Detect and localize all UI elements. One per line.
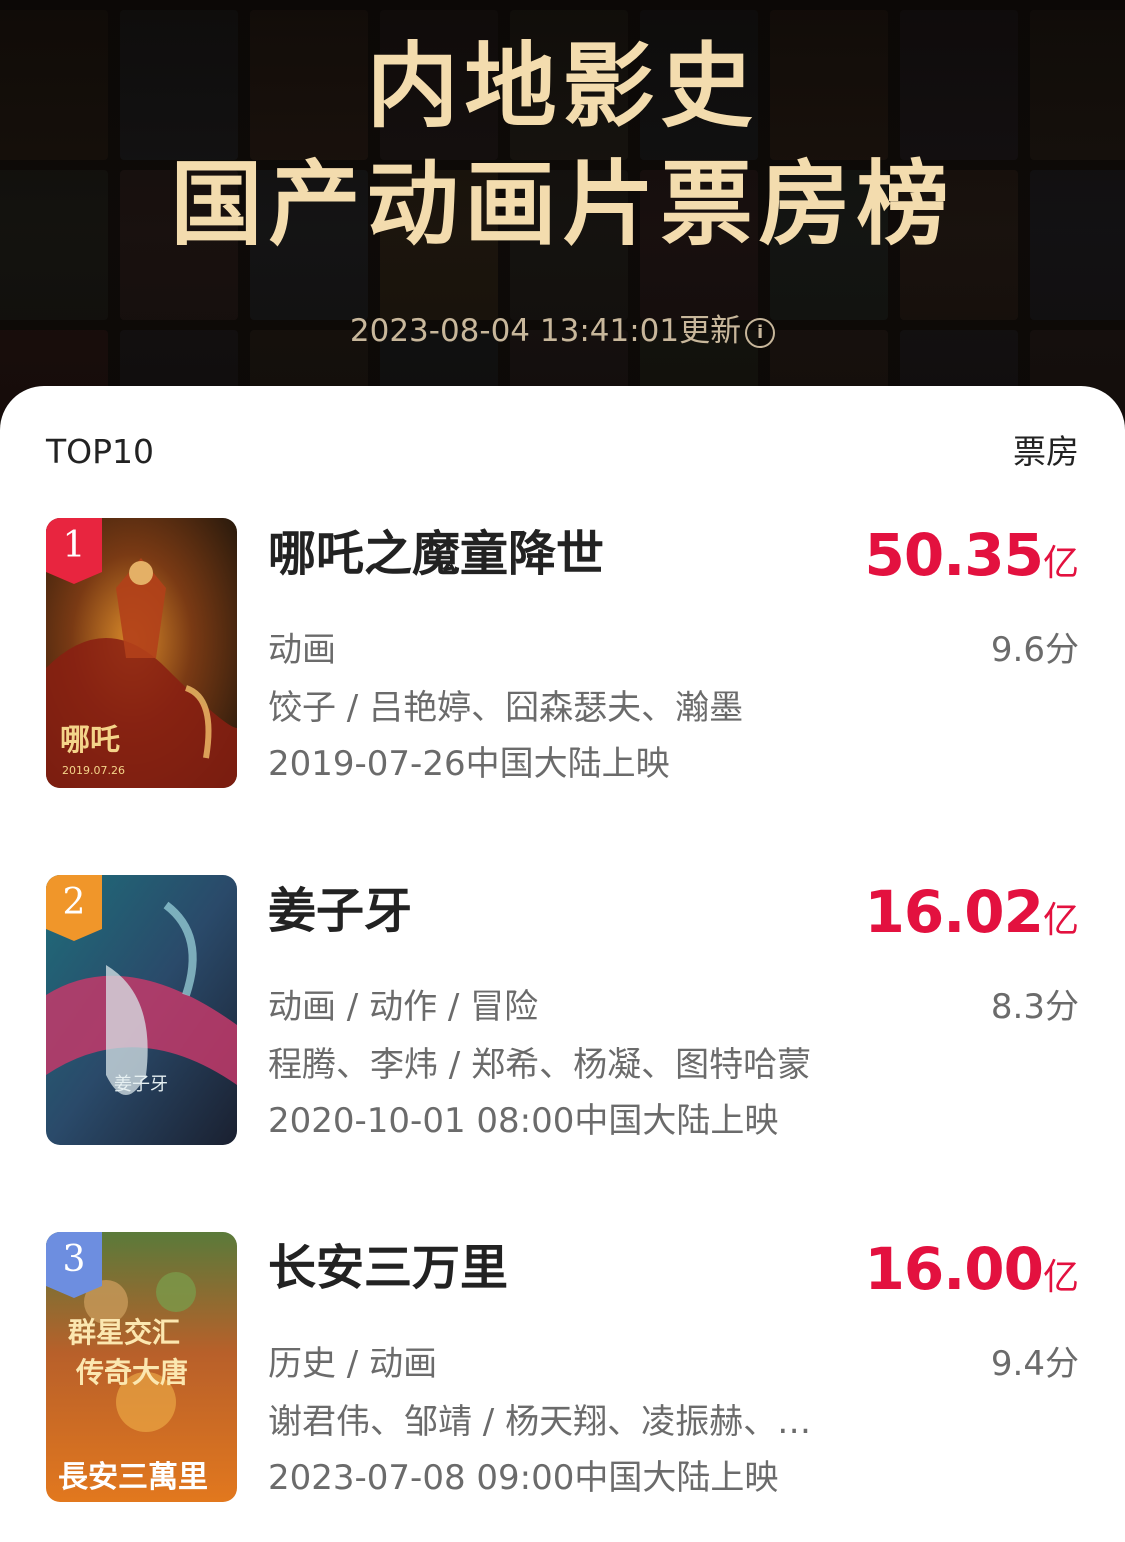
gross-unit: 亿: [1042, 900, 1079, 941]
rank-badge-2: 2: [46, 875, 102, 941]
rank-badge-1: 1: [46, 518, 102, 584]
poster-logo-text: 哪吒: [60, 723, 120, 758]
movie-title[interactable]: 哪吒之魔童降世: [268, 524, 604, 584]
ranking-card: TOP10 票房 哪吒 2019.07.26 1 哪吒之魔童降世 50.35亿 …: [0, 386, 1125, 1542]
movie-title[interactable]: 长安三万里: [268, 1238, 508, 1298]
gross-unit: 亿: [1042, 543, 1079, 584]
rank-badge-3: 3: [46, 1232, 102, 1298]
movie-release: 2020-10-01 08:00中国大陆上映: [268, 1101, 779, 1141]
movie-score: 9.6分: [990, 630, 1079, 670]
page-title-line2: 国产动画片票房榜: [170, 151, 955, 258]
movie-people: 程腾、李炜 / 郑希、杨凝、图特哈蒙: [268, 1045, 812, 1085]
movie-release: 2019-07-26中国大陆上映: [268, 744, 670, 784]
movie-score: 8.3分: [990, 987, 1079, 1027]
poster-slogan-2: 传奇大唐: [75, 1356, 188, 1389]
box-office-value: 16.00亿: [865, 1236, 1079, 1317]
movie-genre: 历史 / 动画: [268, 1344, 438, 1384]
movie-poster[interactable]: 哪吒 2019.07.26 1: [46, 518, 237, 788]
movie-genre: 动画: [268, 630, 336, 670]
movie-item-2[interactable]: 姜子牙 2 姜子牙 16.02亿 动画 / 动作 / 冒险 8.3分 程腾、李炜…: [46, 875, 1079, 1147]
update-time-text: 2023-08-04 13:41:01更新: [349, 313, 742, 349]
movie-item-1[interactable]: 哪吒 2019.07.26 1 哪吒之魔童降世 50.35亿 动画 9.6分 饺…: [46, 518, 1079, 790]
poster-date-text: 2019.07.26: [62, 764, 125, 777]
movie-genre: 动画 / 动作 / 冒险: [268, 987, 539, 1027]
update-time: 2023-08-04 13:41:01更新 i: [0, 306, 1125, 356]
rank-number: 2: [62, 882, 86, 923]
box-office-column-label: 票房: [1013, 432, 1079, 471]
gross-unit: 亿: [1042, 1257, 1079, 1298]
box-office-value: 16.02亿: [865, 879, 1079, 960]
gross-number: 16.00: [864, 1235, 1044, 1303]
info-icon[interactable]: i: [745, 317, 776, 348]
rank-number: 3: [62, 1239, 86, 1280]
movie-poster[interactable]: 群星交汇 传奇大唐 長安三萬里 3: [46, 1232, 237, 1502]
movie-release: 2023-07-08 09:00中国大陆上映: [268, 1458, 779, 1498]
movie-poster[interactable]: 姜子牙 2: [46, 875, 237, 1145]
poster-logo-text: 姜子牙: [114, 1074, 168, 1095]
poster-logo-text: 長安三萬里: [58, 1460, 208, 1495]
page-title-line1: 内地影史: [366, 33, 759, 140]
movie-title[interactable]: 姜子牙: [268, 881, 412, 941]
movie-people: 饺子 / 吕艳婷、囧森瑟夫、瀚墨: [268, 688, 744, 728]
list-header: TOP10 票房: [46, 430, 1079, 474]
header-banner: 内地影史 国产动画片票房榜 2023-08-04 13:41:01更新 i: [0, 0, 1125, 420]
movie-score: 9.4分: [990, 1344, 1079, 1384]
gross-number: 50.35: [864, 521, 1044, 589]
box-office-value: 50.35亿: [865, 522, 1079, 603]
rank-number: 1: [62, 525, 86, 566]
movie-people: 谢君伟、邹靖 / 杨天翔、凌振赫、…: [268, 1402, 812, 1442]
top10-label: TOP10: [46, 432, 155, 471]
movie-item-3[interactable]: 群星交汇 传奇大唐 長安三萬里 3 长安三万里 16.00亿 历史 / 动画 9…: [46, 1232, 1079, 1504]
gross-number: 16.02: [864, 878, 1044, 946]
poster-slogan-1: 群星交汇: [68, 1316, 180, 1349]
